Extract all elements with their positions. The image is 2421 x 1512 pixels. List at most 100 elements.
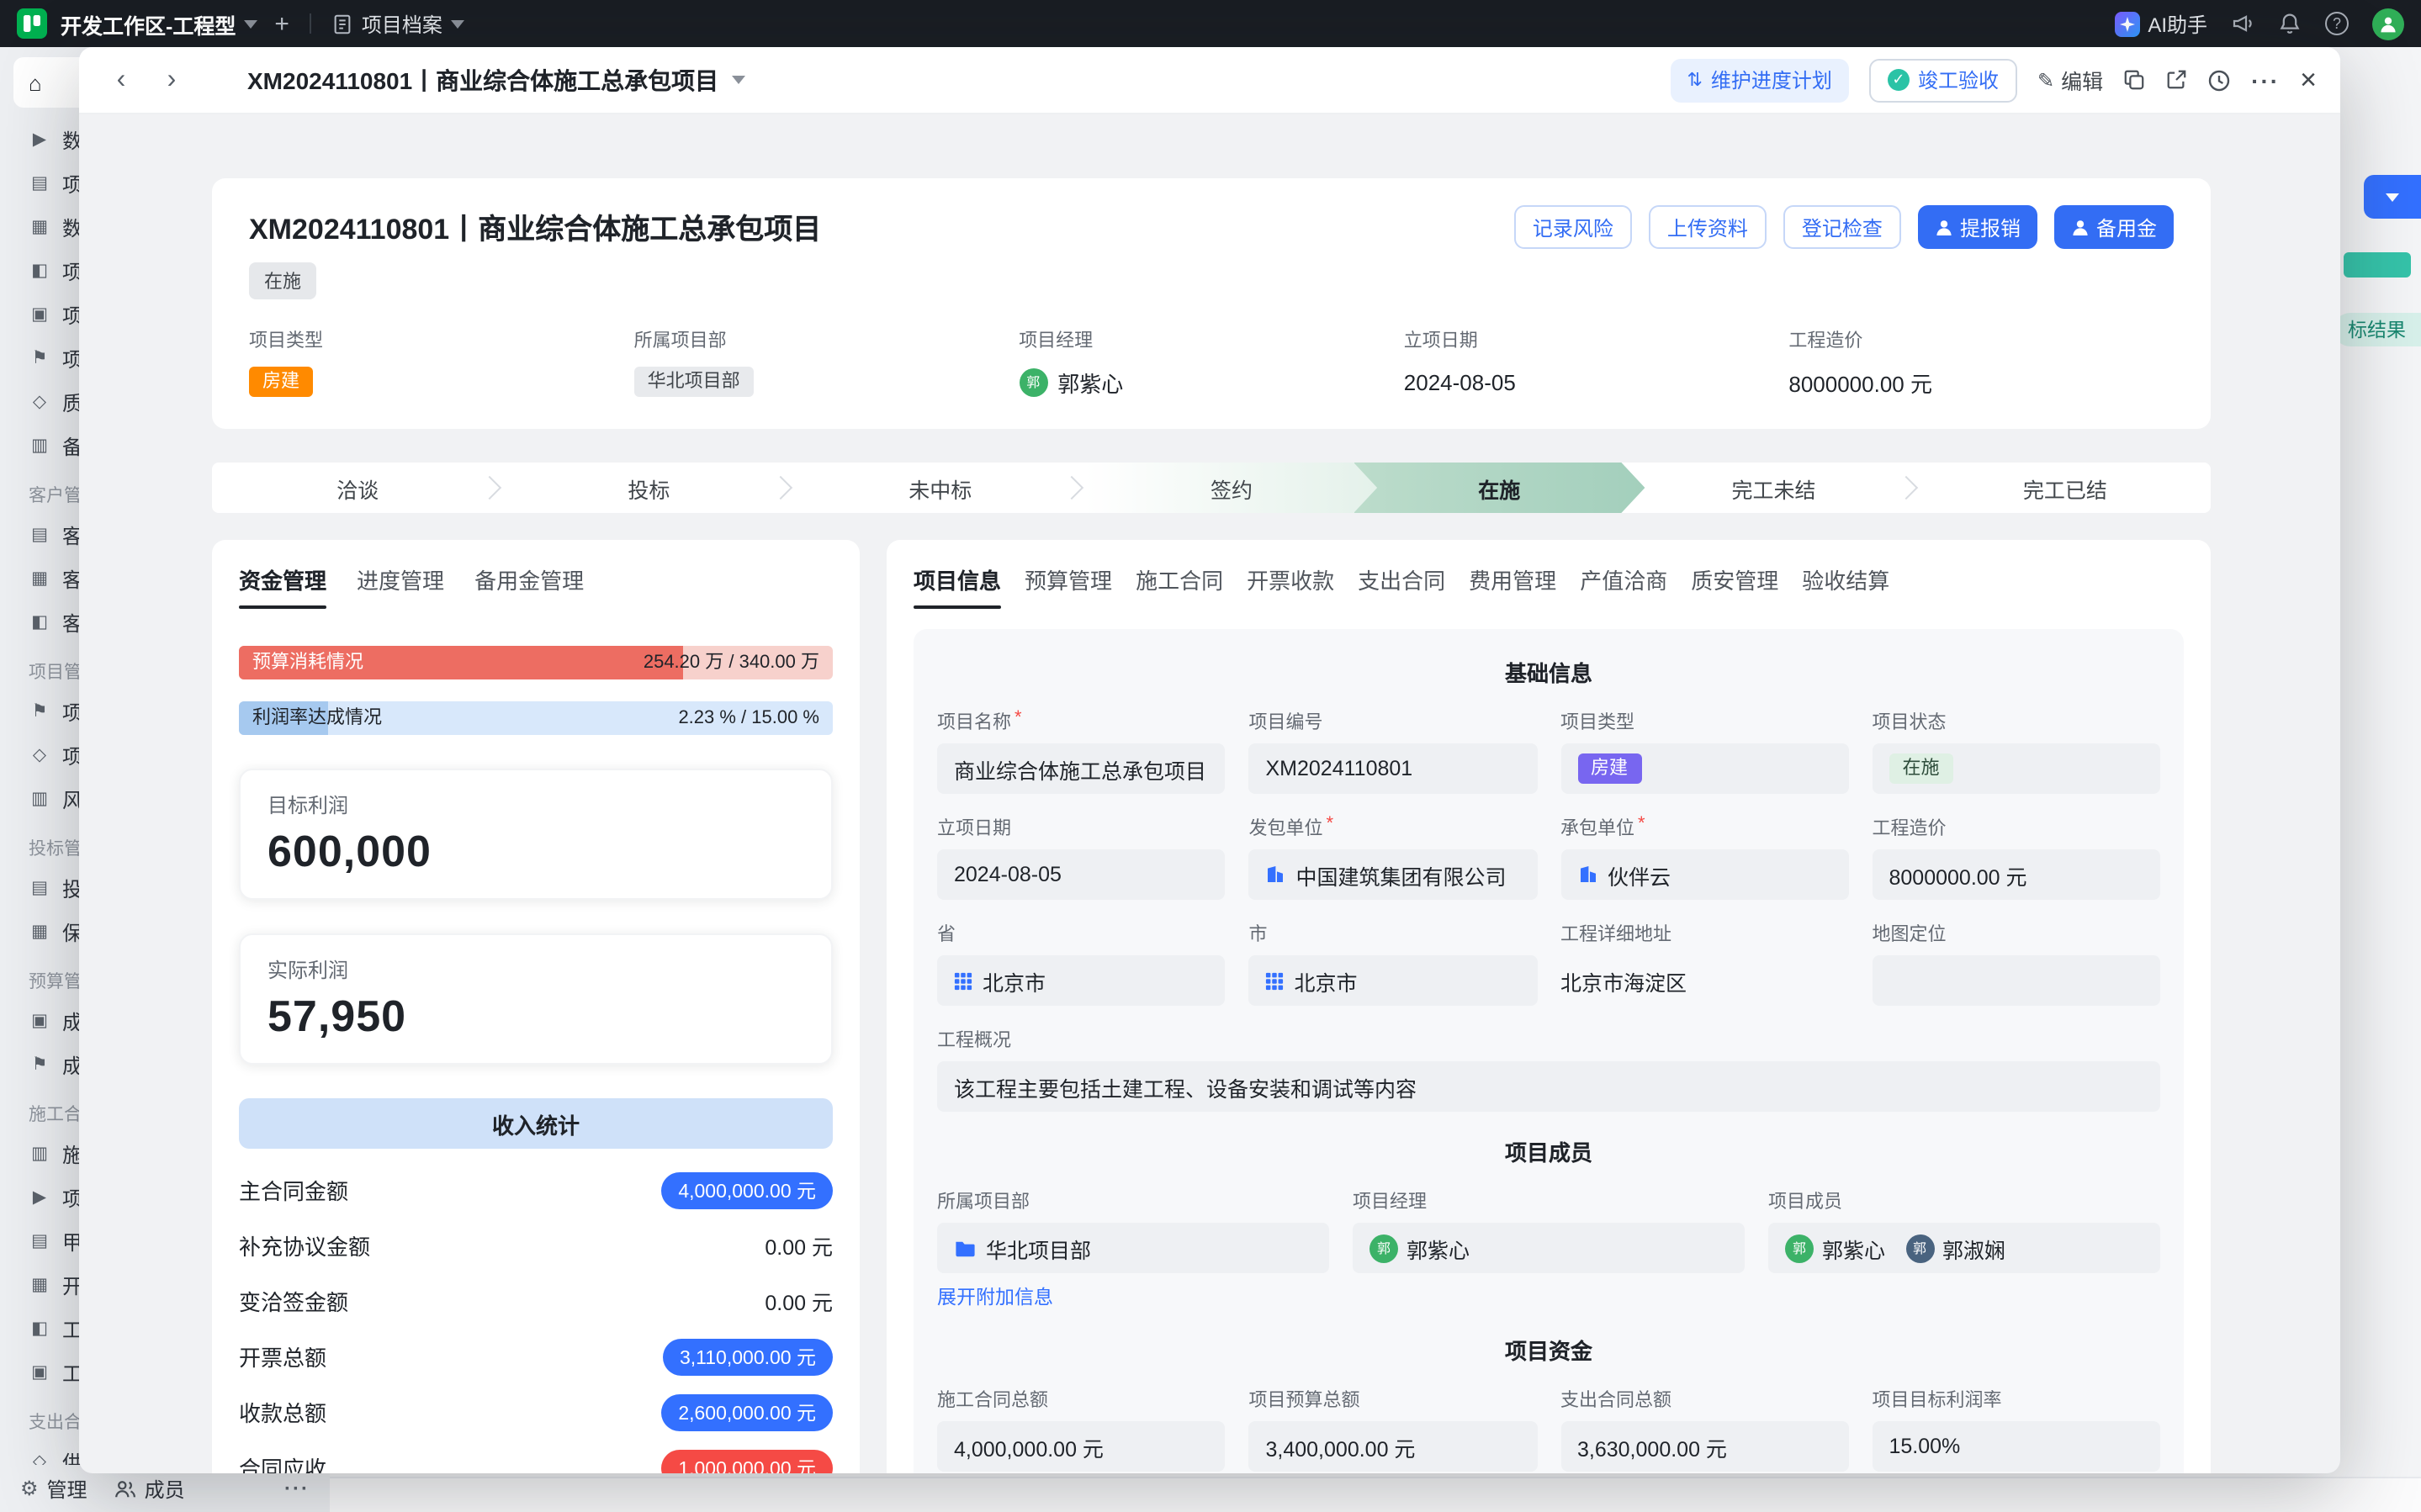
form-field-label: 项目预算总额 [1249, 1386, 1538, 1413]
sidebar-item-icon: ▣ [29, 1362, 50, 1382]
amount-row: 合同应收 1,000,000.00 元 [239, 1440, 833, 1473]
maintain-schedule-button[interactable]: ⇅ 维护进度计划 [1670, 58, 1848, 102]
amount-pill[interactable]: 3,110,000.00 元 [663, 1338, 833, 1375]
finance-tab[interactable]: 备用金管理 [474, 563, 584, 609]
stage-segment[interactable]: 完工已结 [1920, 463, 2211, 513]
form-field-value[interactable]: 商业综合体施工总承包项目 [937, 743, 1226, 794]
form-field-value[interactable]: 郭郭紫心 [1353, 1223, 1745, 1273]
completion-acceptance-button[interactable]: ✓ 竣工验收 [1869, 58, 2017, 102]
members-button[interactable]: 成员 [114, 1474, 185, 1503]
form-field-value[interactable]: 北京市 [1249, 955, 1538, 1006]
tab-project-archive[interactable]: 项目档案 [331, 9, 464, 38]
progress-label: 利润率达成情况 [252, 701, 382, 735]
copy-icon[interactable] [2123, 69, 2145, 91]
share-icon[interactable] [2165, 69, 2187, 91]
progress-value: 2.23 % / 15.00 % [678, 701, 819, 735]
expand-extra-info-link[interactable]: 展开附加信息 [937, 1283, 1329, 1310]
form-field-value[interactable]: 4,000,000.00 元 [937, 1421, 1226, 1472]
pencil-icon: ✎ [2037, 68, 2054, 92]
form-field-label: 发包单位* [1249, 814, 1538, 841]
form-field-label-text: 施工合同总额 [937, 1386, 1048, 1413]
manage-button[interactable]: ⚙ 管理 [20, 1474, 87, 1503]
history-icon[interactable] [2207, 68, 2231, 92]
project-detail-modal: ‹ › XM2024110801丨商业综合体施工总承包项目 ⇅ 维护进度计划 ✓… [79, 47, 2340, 1473]
overview-field: 立项日期2024-08-05 [1404, 326, 1789, 399]
form-field-value[interactable]: 该工程主要包括土建工程、设备安装和调试等内容 [937, 1061, 2160, 1112]
form-field: 支出合同总额3,630,000.00 元 [1560, 1386, 1849, 1472]
edit-button[interactable]: ✎ 编辑 [2037, 64, 2103, 96]
project-info-tab[interactable]: 产值洽商 [1580, 563, 1667, 609]
form-field: 发包单位* 中国建筑集团有限公司 [1249, 814, 1538, 900]
form-field-value[interactable]: 8000000.00 元 [1873, 849, 2161, 900]
project-info-tab[interactable]: 质安管理 [1691, 563, 1778, 609]
user-avatar[interactable] [2372, 8, 2404, 40]
overview-action-button[interactable]: 上传资料 [1649, 205, 1767, 249]
background-blue-button[interactable] [2364, 175, 2421, 219]
project-info-tab[interactable]: 验收结算 [1802, 563, 1889, 609]
chevron-down-icon [244, 19, 257, 28]
form-field-value[interactable]: 2024-08-05 [937, 849, 1226, 900]
member-name: 郭紫心 [1057, 366, 1123, 398]
overview-action-button[interactable]: 记录风险 [1514, 205, 1632, 249]
stage-segment[interactable]: 未中标 [795, 463, 1086, 513]
form-field-value[interactable]: 15.00% [1873, 1421, 2161, 1472]
form-field-text: 2024-08-05 [954, 863, 1062, 886]
announcement-icon[interactable] [2231, 12, 2254, 35]
progress-bar: 利润率达成情况 2.23 % / 15.00 % [239, 701, 833, 735]
overview-action-button[interactable]: 登记检查 [1783, 205, 1901, 249]
form-field-value[interactable]: 北京市 [937, 955, 1226, 1006]
stage-progress-bar: 洽谈投标未中标签约在施完工未结完工已结 [212, 463, 2211, 513]
form-field-value[interactable] [1873, 955, 2161, 1006]
project-title: XM2024110801丨商业综合体施工总承包项目 [249, 205, 821, 247]
stage-segment[interactable]: 完工未结 [1628, 463, 1919, 513]
chevron-down-icon[interactable] [732, 76, 745, 84]
app-logo-icon[interactable] [17, 8, 47, 39]
notification-icon[interactable] [2278, 12, 2302, 35]
form-field-value[interactable]: 中国建筑集团有限公司 [1249, 849, 1538, 900]
form-field-value[interactable]: 3,400,000.00 元 [1249, 1421, 1538, 1472]
ai-assistant-button[interactable]: AI助手 [2114, 9, 2207, 38]
amount-pill[interactable]: 1,000,000.00 元 [661, 1449, 833, 1473]
forward-button[interactable]: › [153, 61, 190, 98]
income-stats-button[interactable]: 收入统计 [239, 1098, 833, 1149]
amount-row: 变洽签金额0.00 元 [239, 1273, 833, 1329]
form-field-value[interactable]: 华北项目部 [937, 1223, 1329, 1273]
project-info-tab[interactable]: 预算管理 [1025, 563, 1112, 609]
workspace-switcher[interactable]: 开发工作区-工程型 [61, 8, 257, 40]
back-button[interactable]: ‹ [103, 61, 140, 98]
finance-tab[interactable]: 资金管理 [239, 563, 326, 609]
form-field-value[interactable]: 房建 [1560, 743, 1849, 794]
project-info-tab[interactable]: 项目信息 [914, 563, 1001, 609]
users-icon [114, 1478, 136, 1499]
form-field-value[interactable]: 伙伴云 [1560, 849, 1849, 900]
amount-value: 0.00 元 [765, 1229, 833, 1261]
edit-label: 编辑 [2061, 64, 2103, 96]
stage-segment[interactable]: 投标 [503, 463, 794, 513]
more-icon[interactable]: ··· [2251, 66, 2280, 93]
sidebar-item-icon: ⚑ [29, 348, 50, 368]
overview-primary-button[interactable]: 提报销 [1918, 205, 2037, 249]
overview-primary-button[interactable]: 备用金 [2054, 205, 2174, 249]
help-icon[interactable]: ? [2325, 12, 2349, 35]
form-field-label-text: 项目名称 [937, 708, 1011, 735]
amount-label: 合同应收 [239, 1451, 326, 1473]
project-info-tab[interactable]: 费用管理 [1469, 563, 1556, 609]
form-field-value[interactable]: 郭郭紫心郭郭淑娴 [1768, 1223, 2160, 1273]
stage-segment[interactable]: 在施 [1354, 463, 1645, 513]
stage-segment[interactable]: 签约 [1086, 463, 1377, 513]
finance-tab[interactable]: 进度管理 [357, 563, 444, 609]
close-icon[interactable]: × [2300, 63, 2317, 97]
form-field-value[interactable]: XM2024110801 [1249, 743, 1538, 794]
sidebar-item-icon: ▦ [29, 922, 50, 942]
amount-pill[interactable]: 2,600,000.00 元 [661, 1393, 833, 1430]
more-icon[interactable]: ··· [284, 1477, 310, 1500]
project-info-tab[interactable]: 支出合同 [1358, 563, 1445, 609]
amount-pill[interactable]: 4,000,000.00 元 [661, 1171, 833, 1208]
form-field-value[interactable]: 3,630,000.00 元 [1560, 1421, 1849, 1472]
new-tab-button[interactable]: + [274, 9, 289, 38]
form-field-value[interactable]: 在施 [1873, 743, 2161, 794]
project-info-tab[interactable]: 开票收款 [1247, 563, 1334, 609]
background-teal-button[interactable] [2344, 252, 2411, 278]
stage-segment[interactable]: 洽谈 [212, 463, 503, 513]
project-info-tab[interactable]: 施工合同 [1136, 563, 1223, 609]
